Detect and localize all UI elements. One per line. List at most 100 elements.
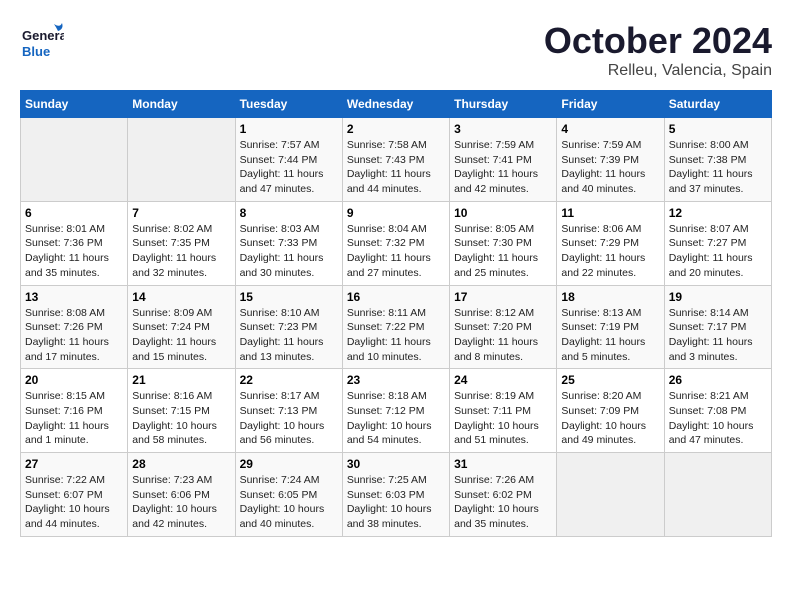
day-info: Sunrise: 7:58 AMSunset: 7:43 PMDaylight:… <box>347 138 445 197</box>
day-number: 26 <box>669 373 767 387</box>
day-number: 13 <box>25 290 123 304</box>
calendar-table: SundayMondayTuesdayWednesdayThursdayFrid… <box>20 90 772 537</box>
title-block: October 2024 Relleu, Valencia, Spain <box>544 20 772 80</box>
calendar-day-header: Tuesday <box>235 91 342 118</box>
day-info: Sunrise: 8:12 AMSunset: 7:20 PMDaylight:… <box>454 306 552 365</box>
calendar-cell: 29Sunrise: 7:24 AMSunset: 6:05 PMDayligh… <box>235 453 342 537</box>
calendar-cell: 28 Sunrise: 7:23 AMSunset: 6:06 PMDayligh… <box>128 453 235 537</box>
day-info: Sunrise: 8:18 AMSunset: 7:12 PMDaylight:… <box>347 389 445 448</box>
calendar-cell: 5 Sunrise: 8:00 AMSunset: 7:38 PMDaylight… <box>664 118 771 202</box>
day-info: Sunrise: 8:03 AMSunset: 7:33 PMDaylight:… <box>240 222 338 281</box>
calendar-cell <box>21 118 128 202</box>
day-number: 15 <box>240 290 338 304</box>
day-number: 3 <box>454 122 552 136</box>
calendar-cell: 26Sunrise: 8:21 AMSunset: 7:08 PMDayligh… <box>664 369 771 453</box>
day-number: 1 <box>240 122 338 136</box>
day-number: 19 <box>669 290 767 304</box>
day-info: Sunrise: 8:19 AMSunset: 7:11 PMDaylight:… <box>454 389 552 448</box>
calendar-header-row: SundayMondayTuesdayWednesdayThursdayFrid… <box>21 91 772 118</box>
calendar-cell: 22Sunrise: 8:17 AMSunset: 7:13 PMDayligh… <box>235 369 342 453</box>
svg-text:Blue: Blue <box>22 44 50 59</box>
calendar-week-row: 27 Sunrise: 7:22 AMSunset: 6:07 PMDayligh… <box>21 453 772 537</box>
day-number: 8 <box>240 206 338 220</box>
day-number: 11 <box>561 206 659 220</box>
calendar-cell <box>664 453 771 537</box>
logo: General Blue <box>20 20 64 64</box>
day-info: Sunrise: 8:00 AMSunset: 7:38 PMDaylight:… <box>669 138 767 197</box>
calendar-day-header: Monday <box>128 91 235 118</box>
calendar-cell <box>557 453 664 537</box>
calendar-cell: 31 Sunrise: 7:26 AMSunset: 6:02 PMDayligh… <box>450 453 557 537</box>
location-title: Relleu, Valencia, Spain <box>544 62 772 80</box>
calendar-day-header: Saturday <box>664 91 771 118</box>
day-info: Sunrise: 7:57 AMSunset: 7:44 PMDaylight:… <box>240 138 338 197</box>
calendar-cell: 23 Sunrise: 8:18 AMSunset: 7:12 PMDayligh… <box>342 369 449 453</box>
calendar-cell: 11 Sunrise: 8:06 AMSunset: 7:29 PMDayligh… <box>557 201 664 285</box>
calendar-cell: 17 Sunrise: 8:12 AMSunset: 7:20 PMDayligh… <box>450 285 557 369</box>
day-info: Sunrise: 8:13 AMSunset: 7:19 PMDaylight:… <box>561 306 659 365</box>
day-number: 9 <box>347 206 445 220</box>
day-number: 28 <box>132 457 230 471</box>
day-info: Sunrise: 7:26 AMSunset: 6:02 PMDaylight:… <box>454 473 552 532</box>
calendar-cell: 15Sunrise: 8:10 AMSunset: 7:23 PMDayligh… <box>235 285 342 369</box>
day-info: Sunrise: 8:09 AMSunset: 7:24 PMDaylight:… <box>132 306 230 365</box>
day-info: Sunrise: 8:08 AMSunset: 7:26 PMDaylight:… <box>25 306 123 365</box>
calendar-cell: 4Sunrise: 7:59 AMSunset: 7:39 PMDaylight… <box>557 118 664 202</box>
day-number: 30 <box>347 457 445 471</box>
logo: General Blue <box>20 20 64 64</box>
calendar-cell: 7 Sunrise: 8:02 AMSunset: 7:35 PMDaylight… <box>128 201 235 285</box>
day-number: 31 <box>454 457 552 471</box>
day-info: Sunrise: 7:59 AMSunset: 7:39 PMDaylight:… <box>561 138 659 197</box>
day-info: Sunrise: 8:05 AMSunset: 7:30 PMDaylight:… <box>454 222 552 281</box>
day-number: 14 <box>132 290 230 304</box>
day-info: Sunrise: 8:02 AMSunset: 7:35 PMDaylight:… <box>132 222 230 281</box>
calendar-day-header: Sunday <box>21 91 128 118</box>
day-info: Sunrise: 8:07 AMSunset: 7:27 PMDaylight:… <box>669 222 767 281</box>
calendar-week-row: 1 Sunrise: 7:57 AMSunset: 7:44 PMDaylight… <box>21 118 772 202</box>
day-number: 27 <box>25 457 123 471</box>
logo-icon: General Blue <box>20 20 64 64</box>
calendar-cell: 27 Sunrise: 7:22 AMSunset: 6:07 PMDayligh… <box>21 453 128 537</box>
calendar-cell: 3Sunrise: 7:59 AMSunset: 7:41 PMDaylight… <box>450 118 557 202</box>
day-number: 6 <box>25 206 123 220</box>
calendar-cell: 6 Sunrise: 8:01 AMSunset: 7:36 PMDaylight… <box>21 201 128 285</box>
day-number: 2 <box>347 122 445 136</box>
day-info: Sunrise: 8:11 AMSunset: 7:22 PMDaylight:… <box>347 306 445 365</box>
day-number: 17 <box>454 290 552 304</box>
day-number: 21 <box>132 373 230 387</box>
calendar-cell: 1 Sunrise: 7:57 AMSunset: 7:44 PMDaylight… <box>235 118 342 202</box>
day-number: 23 <box>347 373 445 387</box>
day-info: Sunrise: 8:01 AMSunset: 7:36 PMDaylight:… <box>25 222 123 281</box>
calendar-cell: 8 Sunrise: 8:03 AMSunset: 7:33 PMDaylight… <box>235 201 342 285</box>
calendar-week-row: 6 Sunrise: 8:01 AMSunset: 7:36 PMDaylight… <box>21 201 772 285</box>
day-info: Sunrise: 7:25 AMSunset: 6:03 PMDaylight:… <box>347 473 445 532</box>
day-number: 18 <box>561 290 659 304</box>
day-number: 10 <box>454 206 552 220</box>
day-info: Sunrise: 8:15 AMSunset: 7:16 PMDaylight:… <box>25 389 123 448</box>
calendar-cell: 19Sunrise: 8:14 AMSunset: 7:17 PMDayligh… <box>664 285 771 369</box>
day-number: 12 <box>669 206 767 220</box>
calendar-week-row: 13 Sunrise: 8:08 AMSunset: 7:26 PMDayligh… <box>21 285 772 369</box>
day-info: Sunrise: 8:17 AMSunset: 7:13 PMDaylight:… <box>240 389 338 448</box>
calendar-cell: 20Sunrise: 8:15 AMSunset: 7:16 PMDayligh… <box>21 369 128 453</box>
day-number: 24 <box>454 373 552 387</box>
day-number: 16 <box>347 290 445 304</box>
month-title: October 2024 <box>544 20 772 62</box>
calendar-cell: 13 Sunrise: 8:08 AMSunset: 7:26 PMDayligh… <box>21 285 128 369</box>
day-info: Sunrise: 7:24 AMSunset: 6:05 PMDaylight:… <box>240 473 338 532</box>
calendar-cell: 10 Sunrise: 8:05 AMSunset: 7:30 PMDayligh… <box>450 201 557 285</box>
day-info: Sunrise: 8:20 AMSunset: 7:09 PMDaylight:… <box>561 389 659 448</box>
day-info: Sunrise: 8:06 AMSunset: 7:29 PMDaylight:… <box>561 222 659 281</box>
calendar-week-row: 20Sunrise: 8:15 AMSunset: 7:16 PMDayligh… <box>21 369 772 453</box>
calendar-cell: 18 Sunrise: 8:13 AMSunset: 7:19 PMDayligh… <box>557 285 664 369</box>
calendar-cell: 14 Sunrise: 8:09 AMSunset: 7:24 PMDayligh… <box>128 285 235 369</box>
calendar-cell: 9Sunrise: 8:04 AMSunset: 7:32 PMDaylight… <box>342 201 449 285</box>
day-info: Sunrise: 7:23 AMSunset: 6:06 PMDaylight:… <box>132 473 230 532</box>
calendar-cell: 12 Sunrise: 8:07 AMSunset: 7:27 PMDayligh… <box>664 201 771 285</box>
calendar-cell: 16 Sunrise: 8:11 AMSunset: 7:22 PMDayligh… <box>342 285 449 369</box>
day-number: 5 <box>669 122 767 136</box>
calendar-day-header: Thursday <box>450 91 557 118</box>
day-number: 7 <box>132 206 230 220</box>
day-info: Sunrise: 8:16 AMSunset: 7:15 PMDaylight:… <box>132 389 230 448</box>
day-info: Sunrise: 7:22 AMSunset: 6:07 PMDaylight:… <box>25 473 123 532</box>
